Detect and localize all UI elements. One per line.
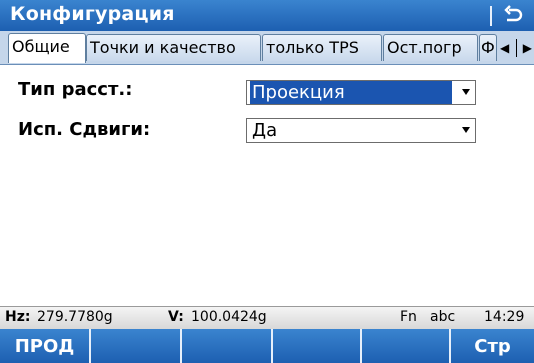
chevron-down-icon bbox=[462, 127, 470, 133]
distance-type-value: Проекция bbox=[250, 81, 452, 104]
softkey-4[interactable] bbox=[273, 329, 362, 363]
use-offsets-label: Исп. Сдвиги: bbox=[18, 119, 151, 140]
title-separator bbox=[490, 6, 492, 26]
distance-type-label: Тип расст.: bbox=[18, 79, 133, 100]
back-return-icon[interactable] bbox=[500, 3, 526, 27]
softkey-5[interactable] bbox=[362, 329, 451, 363]
v-value: 100.0424g bbox=[191, 309, 267, 325]
scroll-right-icon[interactable]: ▶ bbox=[523, 41, 532, 55]
status-bar: Hz: 279.7780g V: 100.0424g Fn abc 14:29 bbox=[0, 306, 534, 329]
softkey-continue[interactable]: ПРОД bbox=[0, 329, 91, 363]
clock-time: 14:29 bbox=[484, 309, 525, 325]
tab-scroll-controls: ◀ ▶ bbox=[500, 36, 532, 60]
scroll-divider bbox=[515, 39, 517, 57]
softkey-page[interactable]: Стр bbox=[451, 329, 534, 363]
chevron-down-icon bbox=[462, 89, 470, 95]
tab-truncated[interactable]: Ф bbox=[479, 34, 497, 61]
v-label: V: bbox=[168, 309, 184, 325]
distance-type-select[interactable]: Проекция bbox=[246, 80, 476, 105]
tab-points-quality[interactable]: Точки и качество bbox=[86, 34, 261, 61]
softkey-2[interactable] bbox=[91, 329, 182, 363]
window-title: Конфигурация bbox=[10, 3, 175, 25]
fn-indicator: Fn bbox=[400, 309, 417, 325]
tab-residual-errors[interactable]: Ост.погр bbox=[383, 34, 478, 61]
scroll-left-icon[interactable]: ◀ bbox=[500, 41, 509, 55]
use-offsets-value: Да bbox=[252, 120, 278, 141]
hz-label: Hz: bbox=[5, 309, 30, 325]
softkey-3[interactable] bbox=[182, 329, 273, 363]
softkey-bar: ПРОД Стр bbox=[0, 329, 534, 363]
tab-strip: Общие Точки и качество только TPS Ост.по… bbox=[0, 31, 534, 65]
tab-general[interactable]: Общие bbox=[8, 33, 86, 63]
title-bar: Конфигурация bbox=[0, 0, 534, 31]
input-mode-indicator: abc bbox=[430, 309, 456, 325]
hz-label-text: Hz: bbox=[5, 309, 31, 325]
use-offsets-select[interactable]: Да bbox=[246, 118, 476, 143]
v-label-text: V: bbox=[168, 309, 184, 325]
tab-tps-only[interactable]: только TPS bbox=[262, 34, 382, 61]
back-return-icon-glyph bbox=[504, 5, 523, 22]
hz-value: 279.7780g bbox=[37, 309, 113, 325]
